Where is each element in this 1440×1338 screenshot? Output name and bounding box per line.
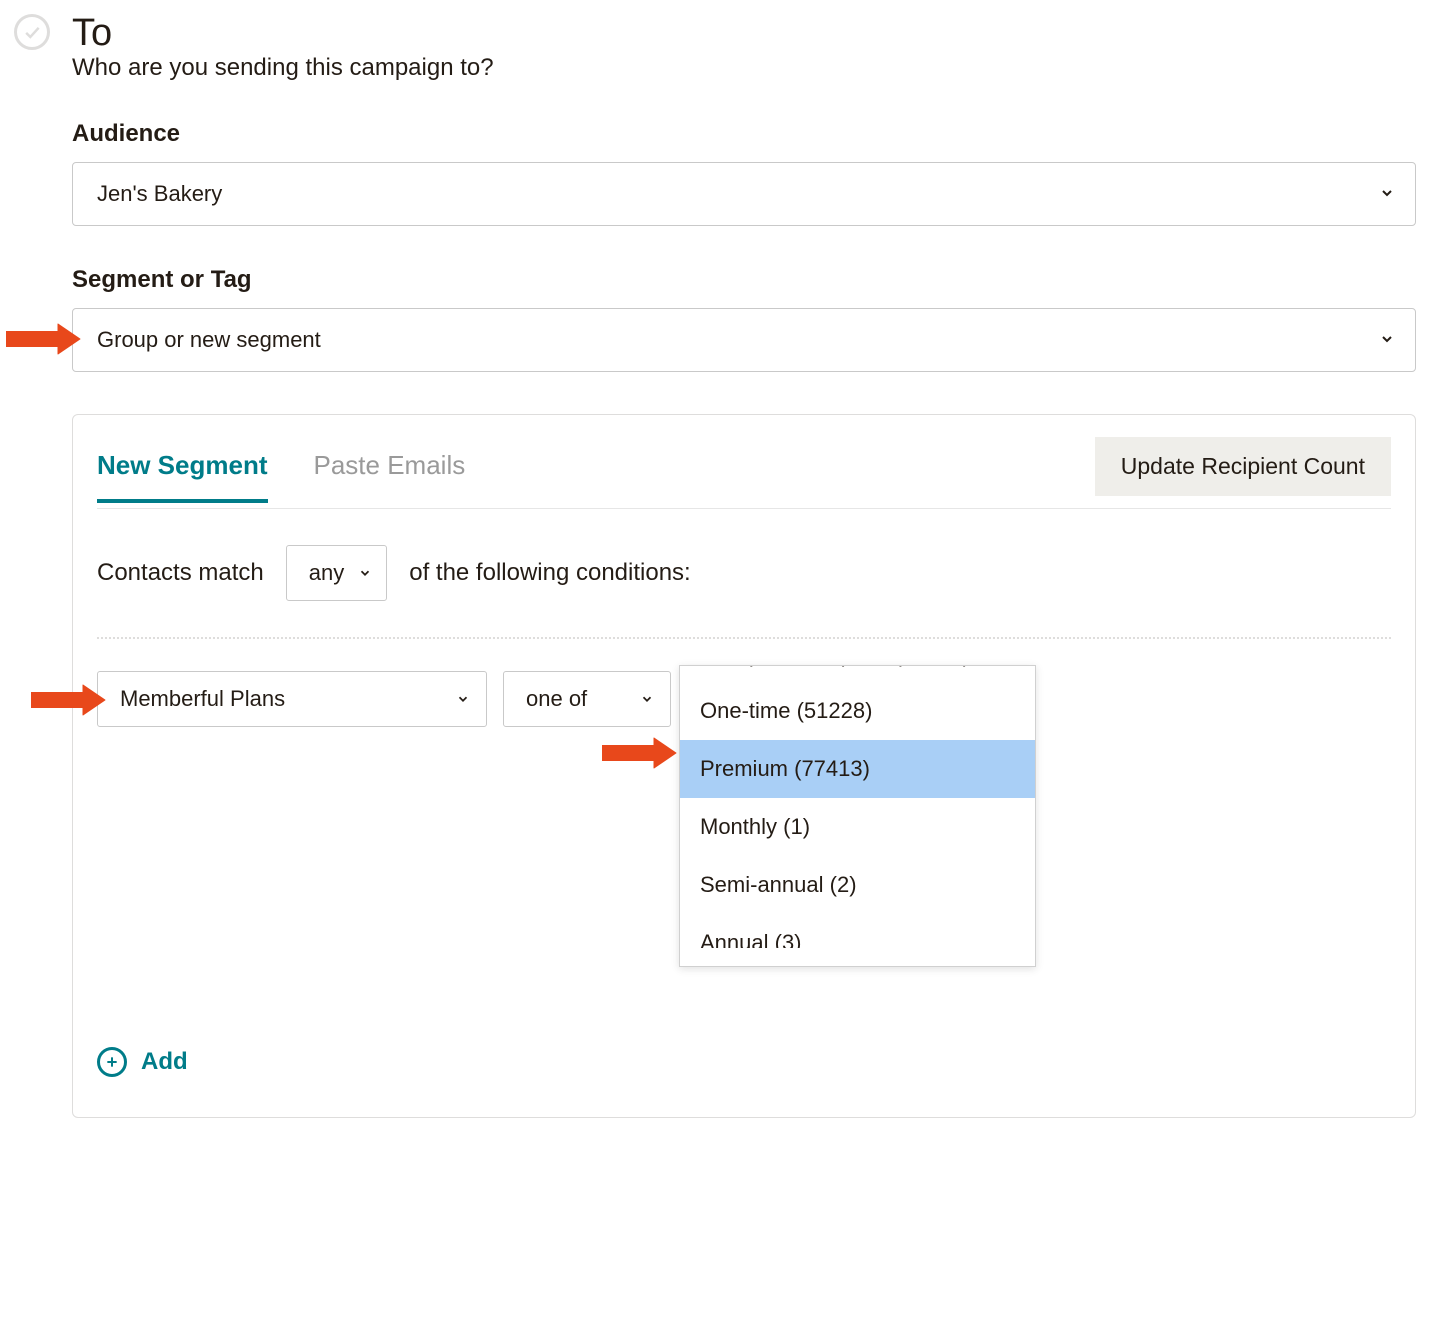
- chevron-down-icon: [1379, 181, 1395, 207]
- audience-selected-value: Jen's Bakery: [97, 181, 222, 207]
- condition-field-value: Memberful Plans: [120, 686, 285, 712]
- condition-operator-select[interactable]: one of: [503, 671, 671, 727]
- update-recipient-count-button[interactable]: Update Recipient Count: [1095, 437, 1391, 496]
- tab-new-segment[interactable]: New Segment: [97, 444, 268, 503]
- add-condition-button[interactable]: Add: [97, 1047, 188, 1077]
- step-subtitle: Who are you sending this campaign to?: [72, 54, 1416, 82]
- segment-builder-card: New Segment Paste Emails Update Recipien…: [72, 414, 1416, 1118]
- dropdown-option[interactable]: Semi-annual (2): [680, 856, 1035, 914]
- dropdown-option[interactable]: Premium (77413): [680, 740, 1035, 798]
- add-condition-label: Add: [141, 1048, 188, 1076]
- match-prefix: Contacts match: [97, 559, 264, 587]
- step-title: To: [72, 14, 1416, 52]
- tab-paste-emails[interactable]: Paste Emails: [314, 444, 466, 503]
- segment-or-tag-select[interactable]: Group or new segment: [72, 308, 1416, 372]
- match-mode-value: any: [309, 560, 344, 586]
- chevron-down-icon: [640, 686, 654, 712]
- audience-select[interactable]: Jen's Bakery: [72, 162, 1416, 226]
- chevron-down-icon: [358, 560, 372, 586]
- audience-label: Audience: [72, 120, 1416, 148]
- dropdown-option[interactable]: Group Subscription (38076): [680, 666, 1035, 682]
- condition-operator-value: one of: [526, 686, 587, 712]
- plus-circle-icon: [97, 1047, 127, 1077]
- dropdown-option[interactable]: Annual (3): [680, 914, 1035, 948]
- segment-or-tag-selected-value: Group or new segment: [97, 327, 321, 353]
- match-mode-select[interactable]: any: [286, 545, 387, 601]
- chevron-down-icon: [456, 686, 470, 712]
- dropdown-option[interactable]: Monthly (1): [680, 798, 1035, 856]
- dropdown-option[interactable]: One-time (51228): [680, 682, 1035, 740]
- condition-field-select[interactable]: Memberful Plans: [97, 671, 487, 727]
- condition-value-dropdown[interactable]: Group Subscription (38076)One-time (5122…: [679, 665, 1036, 967]
- chevron-down-icon: [1379, 327, 1395, 353]
- segment-or-tag-label: Segment or Tag: [72, 266, 1416, 294]
- match-suffix: of the following conditions:: [409, 559, 691, 587]
- step-status-icon: [14, 14, 50, 50]
